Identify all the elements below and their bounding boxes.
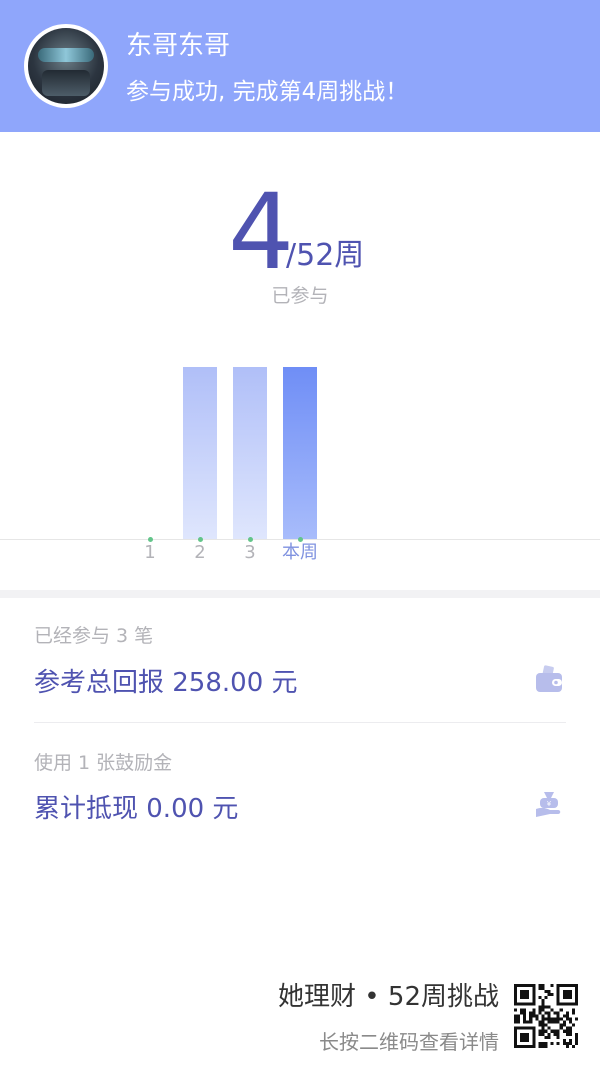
wallet-icon (536, 665, 562, 692)
brand-title: 她理财 • 52周挑战 (278, 982, 499, 1012)
joined-label: 已参与 (271, 285, 329, 307)
completed-weeks-count: 4 (228, 171, 295, 293)
stats-separator (34, 722, 566, 723)
cash-hand-icon: ¥ (536, 792, 561, 817)
chart-bar (233, 367, 267, 539)
user-name: 东哥东哥 (126, 31, 231, 61)
participation-count-label: 已经参与 3 笔 (34, 625, 154, 647)
qr-hint: 长按二维码查看详情 (319, 1030, 499, 1054)
weekly-bar-chart: 1 2 3 本周 (0, 330, 600, 570)
bonus-used-label: 使用 1 张鼓励金 (34, 752, 173, 774)
total-weeks-label: /52周 (286, 238, 365, 273)
chart-bar (183, 367, 217, 539)
svg-text:¥: ¥ (547, 800, 552, 808)
qr-code-icon[interactable] (514, 984, 578, 1048)
success-message: 参与成功, 完成第4周挑战！ (126, 79, 409, 105)
chart-tick-label: 本周 (282, 542, 318, 563)
section-divider (0, 590, 600, 598)
chart-bar (283, 367, 317, 539)
avatar[interactable] (24, 24, 108, 108)
avatar-image (28, 28, 104, 104)
cash-offset-value: 累计抵现 0.00 元 (34, 794, 239, 824)
total-return-value: 参考总回报 258.00 元 (34, 668, 298, 698)
header-banner: 东哥东哥 参与成功, 完成第4周挑战！ (0, 0, 600, 132)
